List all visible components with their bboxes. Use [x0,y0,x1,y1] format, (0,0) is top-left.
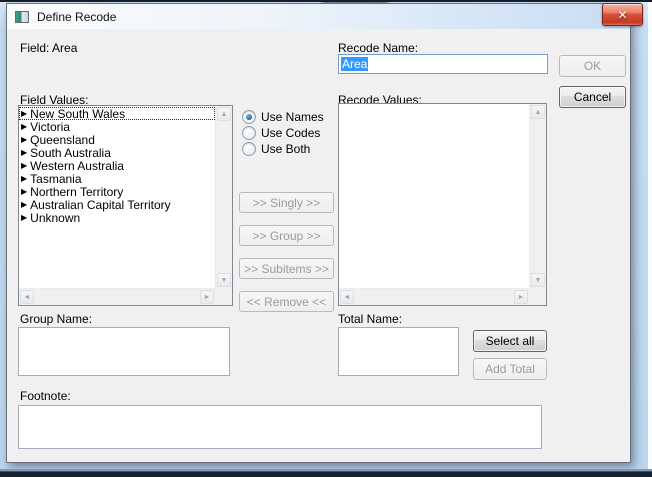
close-button[interactable]: ✕ [602,3,643,26]
list-item-bullet-icon: ▶ [21,107,27,120]
dialog-title: Define Recode [37,10,116,24]
field-value-item-label: Northern Territory [30,185,123,199]
footnote-input[interactable] [18,405,542,449]
radio-label: Use Both [261,142,310,156]
list-item-bullet-icon: ▶ [21,185,27,198]
field-value-item[interactable]: ▶Tasmania [19,172,215,185]
define-recode-dialog: Define Recode Field: Area Recode Name: A… [6,3,631,463]
field-value-item[interactable]: ▶New South Wales [19,107,215,120]
scroll-left-icon: ◄ [344,294,351,301]
scroll-right-button[interactable]: ► [514,290,528,304]
scroll-up-button[interactable]: ▲ [531,105,545,119]
vertical-scrollbar[interactable]: ▲ ▼ [215,106,232,288]
radio-use-codes[interactable]: Use Codes [242,126,320,140]
field-value-item[interactable]: ▶Victoria [19,120,215,133]
dialog-titlebar[interactable]: Define Recode [7,4,630,29]
field-values-list: ▶New South Wales▶Victoria▶Queensland▶Sou… [19,106,215,288]
scroll-up-button[interactable]: ▲ [217,107,231,121]
field-value-item[interactable]: ▶Northern Territory [19,185,215,198]
list-item-bullet-icon: ▶ [21,120,27,133]
field-value-item-label: Queensland [30,133,95,147]
scroll-down-icon: ▼ [535,277,542,284]
recode-values-list [339,104,529,288]
field-value-item[interactable]: ▶Australian Capital Territory [19,198,215,211]
field-value-item-label: South Australia [30,146,111,160]
field-value-item-label: Unknown [30,211,80,225]
vertical-scrollbar[interactable]: ▲ ▼ [529,104,546,288]
field-value-item-label: Australian Capital Territory [30,198,171,212]
horizontal-scrollbar[interactable]: ◄ ► [19,288,215,305]
total-name-label: Total Name: [338,312,402,326]
ok-button[interactable]: OK [559,55,626,77]
selected-text: Area [341,57,368,71]
scrollbar-corner [529,288,546,305]
field-values-listbox[interactable]: ▶New South Wales▶Victoria▶Queensland▶Sou… [18,105,233,306]
scroll-up-icon: ▲ [221,111,228,118]
cancel-button[interactable]: Cancel [559,86,626,108]
radio-label: Use Codes [261,126,320,140]
field-value-item-label: New South Wales [30,107,125,121]
close-icon: ✕ [617,8,627,22]
group-name-label: Group Name: [20,312,92,326]
subitems-button[interactable]: >> Subitems >> [239,258,334,279]
footnote-label: Footnote: [20,389,71,403]
radio-unselected-icon [242,126,256,140]
total-name-input[interactable] [338,327,459,376]
scroll-left-button[interactable]: ◄ [20,290,34,304]
recode-values-listbox[interactable]: ▲ ▼ ◄ ► [338,103,547,306]
scroll-down-icon: ▼ [221,277,228,284]
field-value-item-label: Tasmania [30,172,81,186]
horizontal-scrollbar[interactable]: ◄ ► [339,288,529,305]
scroll-left-icon: ◄ [24,294,31,301]
field-value-item[interactable]: ▶Unknown [19,211,215,224]
singly-button[interactable]: >> Singly >> [239,192,334,213]
list-item-bullet-icon: ▶ [21,172,27,185]
field-value-item-label: Western Australia [30,159,124,173]
recode-name-input[interactable]: Area [338,54,548,74]
list-item-bullet-icon: ▶ [21,211,27,224]
scroll-right-icon: ► [518,294,525,301]
recode-name-label: Recode Name: [338,41,418,55]
radio-use-both[interactable]: Use Both [242,142,310,156]
list-item-bullet-icon: ▶ [21,159,27,172]
field-value-item-label: Victoria [30,120,70,134]
radio-selected-icon [242,110,256,124]
scroll-up-icon: ▲ [535,109,542,116]
scroll-down-button[interactable]: ▼ [531,273,545,287]
scroll-right-button[interactable]: ► [200,290,214,304]
parent-window-top-border [0,0,652,2]
list-item-bullet-icon: ▶ [21,133,27,146]
radio-unselected-icon [242,142,256,156]
parent-window-bottom-edge [0,471,652,477]
radio-use-names[interactable]: Use Names [242,110,324,124]
scroll-down-button[interactable]: ▼ [217,273,231,287]
scroll-left-button[interactable]: ◄ [340,290,354,304]
define-recode-dialog-icon [15,11,29,23]
add-total-button[interactable]: Add Total [473,358,547,380]
radio-label: Use Names [261,110,324,124]
group-name-input[interactable] [18,327,230,376]
select-all-button[interactable]: Select all [473,330,547,352]
field-value-item[interactable]: ▶South Australia [19,146,215,159]
scrollbar-corner [215,288,232,305]
field-info-label: Field: Area [20,41,77,55]
remove-button[interactable]: << Remove << [239,291,334,312]
parent-window-right-border [648,0,652,477]
list-item-bullet-icon: ▶ [21,198,27,211]
group-button[interactable]: >> Group >> [239,225,334,246]
field-value-item[interactable]: ▶Western Australia [19,159,215,172]
field-value-item[interactable]: ▶Queensland [19,133,215,146]
scroll-right-icon: ► [204,294,211,301]
list-item-bullet-icon: ▶ [21,146,27,159]
